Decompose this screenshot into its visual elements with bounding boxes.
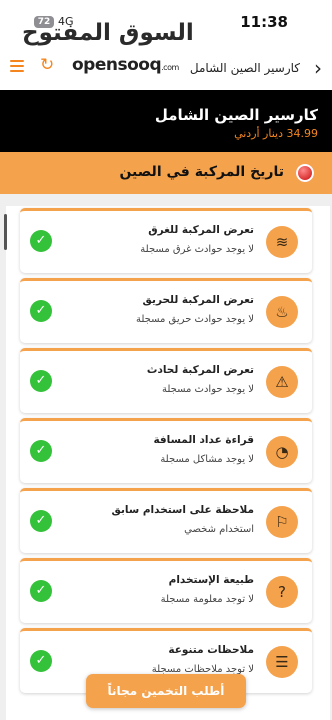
logo-text: opensooq [72, 55, 162, 75]
card-title: تعرض المركبة لحادث [146, 364, 254, 376]
car-banner: كارسير الصين الشامل 34.99 دينار أردني [0, 90, 332, 152]
china-flag-icon [296, 164, 314, 182]
chevron-right-icon[interactable]: › [314, 56, 322, 80]
refresh-icon[interactable]: ↻ [40, 55, 54, 75]
logo-suffix: .com [161, 63, 179, 72]
card-subtitle: لا يوجد حوادث حريق مسجلة [135, 314, 254, 325]
card-title: تعرض المركبة للغرق [148, 224, 254, 236]
card-subtitle: لا توجد معلومة مسجلة [160, 594, 254, 605]
card-subtitle: لا يوجد حوادث مسجلة [161, 384, 254, 395]
fire-car-icon: ♨ [266, 296, 298, 328]
check-icon: ✓ [30, 580, 52, 602]
app-header: ↻ opensooq.com كارسير الصين الشامل › [0, 46, 332, 91]
card-title: ملاحظة على استخدام سابق [111, 504, 255, 516]
check-icon: ✓ [30, 650, 52, 672]
crash-car-icon: ⚠ [266, 366, 298, 398]
section-title: تاريخ المركبة في الصين [119, 164, 284, 180]
flood-car-icon: ≋ [266, 226, 298, 258]
history-card: ⚐ ملاحظة على استخدام سابق استخدام شخصي ✓ [20, 488, 312, 553]
history-card: ⚠ تعرض المركبة لحادث لا يوجد حوادث مسجلة ✓ [20, 348, 312, 413]
previous-use-car-icon: ⚐ [266, 506, 298, 538]
history-card: ◔ قراءة عداد المسافة لا يوجد مشاكل مسجلة ✓ [20, 418, 312, 483]
card-subtitle: لا يوجد حوادث غرق مسجلة [140, 244, 254, 255]
card-title: تعرض المركبة للحريق [142, 294, 254, 306]
card-subtitle: لا يوجد مشاكل مسجلة [160, 454, 254, 465]
car-price: 34.99 دينار أردني [234, 127, 318, 140]
check-icon: ✓ [30, 230, 52, 252]
card-subtitle: استخدام شخصي [184, 524, 254, 535]
opensooq-logo[interactable]: opensooq.com [72, 55, 179, 75]
usage-car-icon: ? [266, 576, 298, 608]
request-estimate-button[interactable]: أطلب التخمين مجاناً [86, 674, 246, 708]
card-title: قراءة عداد المسافة [153, 434, 254, 446]
header-title: كارسير الصين الشامل [189, 61, 300, 75]
check-icon: ✓ [30, 300, 52, 322]
brand-arabic-logo: السوق المفتوح [22, 20, 194, 46]
status-time: 11:38 [240, 13, 288, 31]
check-icon: ✓ [30, 370, 52, 392]
card-title: ملاحظات متنوعة [168, 644, 254, 656]
car-name: كارسير الصين الشامل [154, 106, 318, 124]
section-header: تاريخ المركبة في الصين [0, 152, 332, 194]
check-icon: ✓ [30, 510, 52, 532]
history-card: ≋ تعرض المركبة للغرق لا يوجد حوادث غرق مسج… [20, 208, 312, 273]
odometer-car-icon: ◔ [266, 436, 298, 468]
history-card: ♨ تعرض المركبة للحريق لا يوجد حوادث حريق م… [20, 278, 312, 343]
notes-list-icon: ☰ [266, 646, 298, 678]
card-title: طبيعة الإستخدام [168, 574, 254, 586]
hamburger-icon[interactable] [10, 60, 24, 75]
check-icon: ✓ [30, 440, 52, 462]
history-card: ? طبيعة الإستخدام لا توجد معلومة مسجلة ✓ [20, 558, 312, 623]
scrollbar[interactable] [4, 214, 7, 250]
status-bar: 72 4G 11:38 السوق المفتوح [0, 0, 332, 46]
